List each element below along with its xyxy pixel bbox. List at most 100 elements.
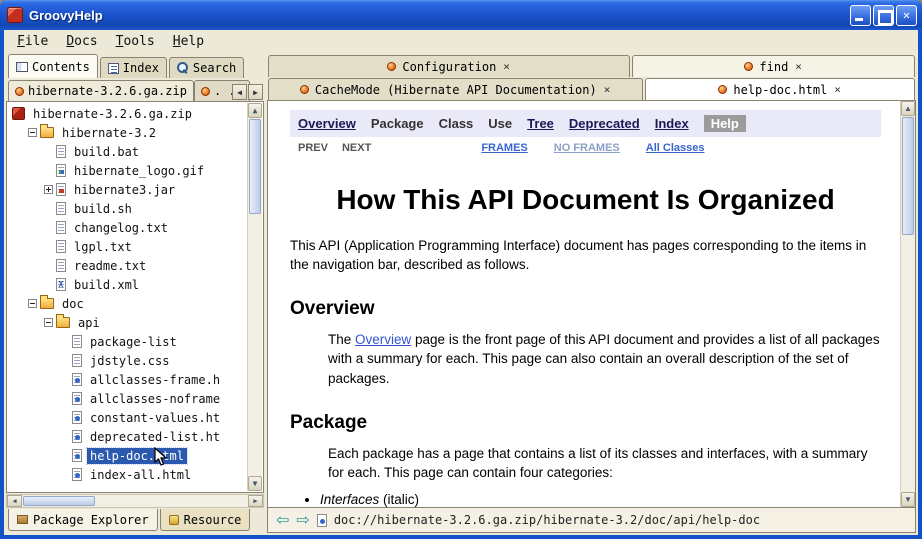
tab-find-label: find — [759, 60, 788, 74]
collapse-icon[interactable] — [28, 299, 37, 308]
scroll-tabs-right-icon[interactable]: ▶ — [248, 84, 263, 100]
folder-icon — [40, 127, 54, 138]
tree-item-index-all-html[interactable]: index-all.html — [8, 465, 247, 484]
section-overview-text: The Overview page is the front page of t… — [328, 330, 881, 387]
nav-frames-link[interactable]: FRAMES — [481, 142, 527, 154]
javadoc-navbar: Overview Package Class Use Tree Deprecat… — [290, 110, 881, 137]
tree-item-changelog-txt[interactable]: changelog.txt — [8, 218, 247, 237]
tab-package-explorer[interactable]: Package Explorer — [8, 509, 158, 531]
document-dot-icon — [387, 62, 396, 71]
file-icon — [56, 202, 66, 215]
package-category-list: Interfaces (italic) Classes Enums — [320, 490, 881, 507]
tree-item-package-list[interactable]: package-list — [8, 332, 247, 351]
scroll-up-icon[interactable]: ▲ — [901, 101, 915, 116]
tree-item-build-bat[interactable]: build.bat — [8, 142, 247, 161]
tree-item-allclasses-noframe[interactable]: allclasses-noframe — [8, 389, 247, 408]
html-file-icon — [72, 430, 82, 443]
tree-item-hibernate-logo-gif[interactable]: hibernate_logo.gif — [8, 161, 247, 180]
package-icon — [17, 515, 28, 524]
nav-prev: PREV — [298, 142, 328, 154]
nav-overview-link[interactable]: Overview — [298, 116, 356, 131]
tree-item-hibernate3-jar[interactable]: hibernate3.jar — [8, 180, 247, 199]
tab-search[interactable]: Search — [169, 57, 244, 78]
close-tab-icon[interactable]: × — [833, 84, 842, 95]
tab-help-doc-html[interactable]: help-doc.html × — [645, 78, 915, 100]
scroll-left-icon[interactable]: ◀ — [7, 495, 22, 507]
file-icon — [72, 335, 82, 348]
minimize-button[interactable] — [850, 5, 871, 26]
tab-contents[interactable]: Contents — [8, 54, 98, 78]
section-package-heading: Package — [290, 412, 881, 434]
section-package-text: Each package has a page that contains a … — [328, 444, 881, 482]
menu-file[interactable]: File — [8, 32, 57, 51]
document-icon — [317, 514, 327, 527]
tree-item-api[interactable]: api — [8, 313, 247, 332]
overview-inline-link[interactable]: Overview — [355, 332, 411, 347]
file-icon — [56, 240, 66, 253]
tree-horizontal-scrollbar: ◀ ▶ — [6, 494, 264, 508]
close-tab-icon[interactable]: × — [794, 61, 803, 72]
tree-item-jdstyle-css[interactable]: jdstyle.css — [8, 351, 247, 370]
window-controls — [850, 5, 917, 26]
nav-class: Class — [439, 116, 474, 131]
tab-resource-label: Resource — [184, 513, 242, 527]
menu-bar: File Docs Tools Help — [4, 30, 918, 52]
tree-scrollbar: ▲ ▼ — [247, 103, 262, 491]
close-button[interactable] — [896, 5, 917, 26]
right-panel: Configuration × find × CacheMode (Hibern… — [267, 54, 916, 533]
tree-scrollbar-thumb[interactable] — [249, 119, 261, 214]
collapse-icon[interactable] — [28, 128, 37, 137]
document-dot-icon — [744, 62, 753, 71]
scroll-down-icon[interactable]: ▼ — [248, 476, 262, 491]
menu-docs[interactable]: Docs — [57, 32, 106, 51]
tree-item-doc[interactable]: doc — [8, 294, 247, 313]
file-icon — [56, 145, 66, 158]
tree-item-root[interactable]: hibernate-3.2.6.ga.zip — [8, 104, 247, 123]
nav-tree-link[interactable]: Tree — [527, 116, 554, 131]
tab-find[interactable]: find × — [632, 55, 915, 77]
tree-item-hibernate-3-2[interactable]: hibernate-3.2 — [8, 123, 247, 142]
back-icon[interactable]: ⇦ — [276, 512, 289, 528]
document-dot-icon — [15, 87, 24, 96]
tab-cachemode[interactable]: CacheMode (Hibernate API Documentation) … — [268, 78, 643, 100]
maximize-button[interactable] — [873, 5, 894, 26]
tree-item-deprecated-list[interactable]: deprecated-list.ht — [8, 427, 247, 446]
tree-item-build-sh[interactable]: build.sh — [8, 199, 247, 218]
nav-all-classes-link[interactable]: All Classes — [646, 142, 705, 154]
tree-hscrollbar-thumb[interactable] — [23, 496, 95, 506]
scroll-tabs-left-icon[interactable]: ◀ — [232, 84, 247, 100]
mouse-cursor-icon — [154, 447, 168, 467]
expand-icon[interactable] — [44, 185, 53, 194]
tree-item-help-doc-html[interactable]: help-doc.html — [8, 446, 247, 465]
tree-item-allclasses-frame[interactable]: allclasses-frame.h — [8, 370, 247, 389]
forward-icon[interactable]: ⇨ — [296, 512, 309, 528]
tab-resource[interactable]: Resource — [160, 509, 251, 531]
app-icon — [7, 7, 23, 23]
left-panel: Contents Index Search hibernate-3.2.6.ga — [6, 54, 264, 533]
scroll-right-icon[interactable]: ▶ — [248, 495, 263, 507]
nav-help-current: Help — [704, 115, 746, 132]
menu-help[interactable]: Help — [164, 32, 213, 51]
nav-deprecated-link[interactable]: Deprecated — [569, 116, 640, 131]
nav-use: Use — [488, 116, 512, 131]
tree-item-readme-txt[interactable]: readme.txt — [8, 256, 247, 275]
nav-noframes-link[interactable]: NO FRAMES — [554, 142, 620, 154]
collapse-icon[interactable] — [44, 318, 53, 327]
close-tab-icon[interactable]: × — [603, 84, 612, 95]
archive-icon — [12, 107, 25, 120]
scroll-down-icon[interactable]: ▼ — [901, 492, 915, 507]
close-tab-icon[interactable]: × — [502, 61, 511, 72]
tab-cachemode-label: CacheMode (Hibernate API Documentation) — [315, 83, 597, 97]
tree-item-build-xml[interactable]: build.xml — [8, 275, 247, 294]
document-dot-icon — [201, 87, 210, 96]
tree-item-constant-values[interactable]: constant-values.ht — [8, 408, 247, 427]
resource-icon — [169, 515, 179, 525]
content-scrollbar-thumb[interactable] — [902, 117, 914, 235]
tree-item-lgpl-txt[interactable]: lgpl.txt — [8, 237, 247, 256]
tab-configuration[interactable]: Configuration × — [268, 55, 630, 77]
menu-tools[interactable]: Tools — [107, 32, 164, 51]
tab-index[interactable]: Index — [100, 57, 167, 78]
tab-hibernate-zip[interactable]: hibernate-3.2.6.ga.zip — [8, 80, 194, 101]
nav-index-link[interactable]: Index — [655, 116, 689, 131]
scroll-up-icon[interactable]: ▲ — [248, 103, 262, 118]
